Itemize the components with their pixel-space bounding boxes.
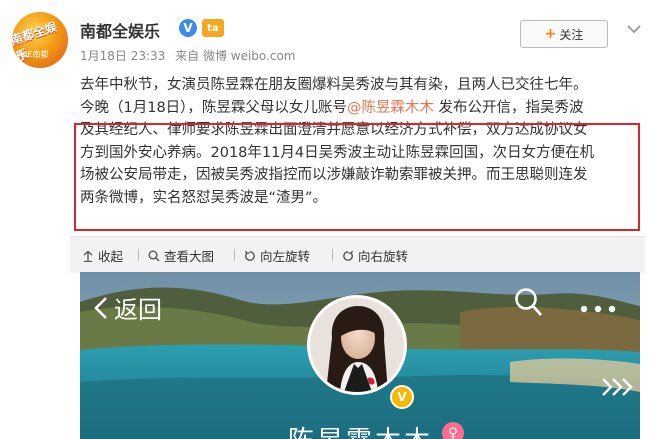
back-button[interactable]: 返回 (94, 290, 162, 325)
plus-icon: + (544, 26, 557, 42)
post-timestamp[interactable]: 1月18日 23:33 (80, 49, 165, 63)
account-name-link[interactable]: 南都全娱乐 (80, 18, 160, 42)
portrait-image (310, 298, 404, 392)
action-divider (234, 249, 235, 261)
profile-avatar[interactable] (307, 295, 407, 395)
highlight-box (74, 123, 640, 231)
view-large-image-button[interactable]: 查看大图 (148, 246, 214, 265)
post-image[interactable]: 返回 V 陈昱霖木木 ♀ (80, 272, 640, 439)
rotate-left-button[interactable]: 向左旋转 (244, 246, 310, 265)
action-divider (138, 249, 139, 261)
more-dots-icon (580, 305, 616, 313)
post-text-line: 今晚（1月18日），陈昱霖父母以女儿账号@陈昱霖木木 发布公开信，指吴秀波 (80, 97, 640, 120)
rotate-left-icon (244, 250, 255, 261)
double-chevron-right-icon[interactable] (600, 376, 634, 402)
view-large-label: 查看大图 (164, 249, 215, 264)
female-icon: ♀ (442, 422, 464, 439)
post-source: 来自 微博 weibo.com (175, 49, 296, 63)
search-icon (515, 288, 543, 316)
chevron-down-icon[interactable] (627, 24, 641, 34)
follow-button[interactable]: + 关注 (520, 20, 608, 48)
collapse-label: 收起 (98, 249, 124, 264)
profile-name: 陈昱霖木木 (288, 420, 433, 439)
more-options-button[interactable] (580, 298, 616, 317)
magnifier-icon (148, 250, 160, 262)
back-label: 返回 (114, 296, 162, 324)
collapse-arrow-icon (83, 250, 93, 262)
account-avatar[interactable]: 南都全娱乐 NDE南都 (12, 12, 68, 68)
mention-link[interactable]: @陈昱霖木木 (347, 100, 434, 116)
profile-photo (310, 298, 404, 392)
chevron-left-icon (94, 296, 107, 319)
post-header: 南都全娱乐 NDE南都 南都全娱乐 V ta 1月18日 23:33 来自 微博… (0, 0, 660, 72)
rotate-right-label: 向右旋转 (358, 249, 409, 264)
post-text-segment: 今晚（1月18日），陈昱霖父母以女儿账号 (80, 99, 347, 116)
action-divider (332, 249, 333, 261)
rotate-right-icon (343, 250, 354, 261)
vip-badge-icon[interactable]: ta (202, 19, 224, 37)
collapse-button[interactable]: 收起 (82, 246, 123, 265)
search-button[interactable] (514, 286, 544, 322)
post-text-line: 去年中秋节，女演员陈昱霖在朋友圈爆料吴秀波与其有染，且两人已交往七年。 (80, 77, 588, 93)
follow-label: 关注 (559, 27, 584, 42)
post-text-segment: 发布公开信，指吴秀波 (433, 99, 584, 116)
rotate-left-label: 向左旋转 (260, 249, 311, 264)
avatar-logo-subtext: NDE南都 (18, 50, 49, 59)
verified-badge-icon: V (390, 385, 414, 409)
rotate-right-button[interactable]: 向右旋转 (342, 246, 408, 265)
verified-icon: V (179, 19, 197, 37)
post-meta: 1月18日 23:33 来自 微博 weibo.com (80, 47, 296, 64)
image-action-bar: 收起 查看大图 向左旋转 向右旋转 (70, 236, 645, 273)
